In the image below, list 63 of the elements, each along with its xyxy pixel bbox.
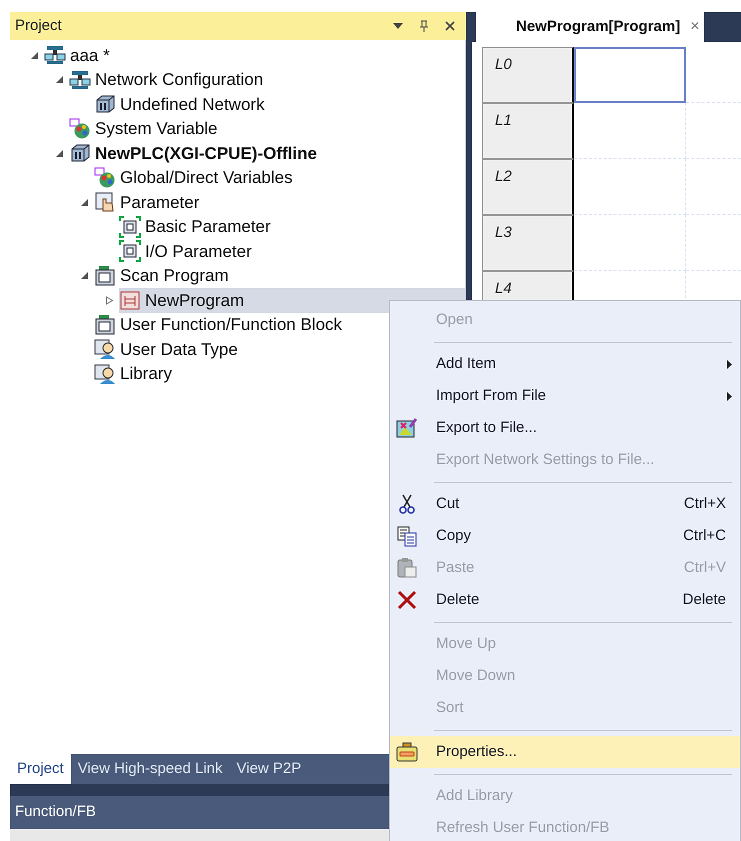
ladder-cell[interactable] [574,47,686,103]
shortcut-label: Delete [682,590,726,610]
menu-item[interactable]: Export to File... [390,412,740,444]
tree-item[interactable]: Global/Direct Variables [94,166,295,190]
tree-item[interactable]: I/O Parameter [119,239,254,264]
menu-item[interactable]: Copy Ctrl+C [390,520,740,552]
tree-item[interactable]: Basic Parameter [119,214,273,239]
menu-item[interactable]: Add Item [390,348,740,380]
menu-item[interactable]: Import From File [390,380,740,412]
briefcase-icon [396,741,418,763]
cube-icon [94,93,116,116]
tree-item[interactable]: Parameter [94,190,202,214]
tree-item[interactable]: Undefined Network [94,92,267,116]
tree-item[interactable]: Network Configuration [69,68,266,92]
copy-icon [396,525,418,547]
tree-item[interactable]: Scan Program [94,264,231,288]
panel-tab[interactable]: Project [10,754,71,784]
document-icon [119,216,141,238]
tree-item[interactable]: System Variable [69,116,220,141]
program-icon [94,264,116,287]
cube-icon [69,142,91,164]
tab-close-button[interactable]: × [690,15,700,39]
shortcut-label: Ctrl+V [684,558,726,578]
menu-item[interactable]: Delete Delete [390,584,740,616]
rung-label: L2 [482,159,574,215]
document-tab-title: NewProgram[Program] [516,16,680,37]
delete-icon [396,589,418,611]
close-icon[interactable] [445,21,455,31]
clipboard-icon [396,557,418,579]
tree-item[interactable]: User Data Type [94,337,240,362]
shortcut-label: Ctrl+X [684,494,726,514]
tree-item[interactable]: User Function/Function Block [94,312,344,337]
tree-item[interactable]: aaa * [44,43,112,68]
panel-title: Function/FB [15,802,96,822]
tree-item[interactable]: NewPLC(XGI-CPUE)-Offline [69,141,319,166]
network-icon [44,44,66,66]
rung-label: L3 [482,215,574,271]
rung-label: L0 [482,47,574,103]
export-icon [396,417,418,439]
person-icon [94,338,116,360]
dropdown-icon[interactable] [393,23,403,29]
document-icon [119,240,141,262]
expanded-icon[interactable] [80,271,88,280]
program-icon [94,314,116,336]
ladder-icon [119,289,141,312]
expanded-icon[interactable] [54,75,64,84]
shortcut-label: Ctrl+C [683,526,726,546]
document-tab[interactable]: NewProgram[Program] × [476,12,704,42]
person-icon [94,362,116,385]
collapsed-icon[interactable] [104,296,114,305]
expanded-icon[interactable] [54,148,64,158]
rung-label: L1 [482,103,574,159]
pin-icon[interactable] [419,20,429,32]
globe-icon [94,166,116,189]
menu-item[interactable]: Cut Ctrl+X [390,488,740,520]
network-icon [69,68,91,91]
tree-item[interactable]: Library [94,362,174,386]
globe-icon [69,118,91,140]
hand-pointer-icon [94,191,116,214]
expanded-icon[interactable] [80,198,88,207]
menu-item[interactable]: Properties... [390,736,740,768]
expanded-icon[interactable] [30,50,38,60]
panel-title: Project [15,16,63,36]
